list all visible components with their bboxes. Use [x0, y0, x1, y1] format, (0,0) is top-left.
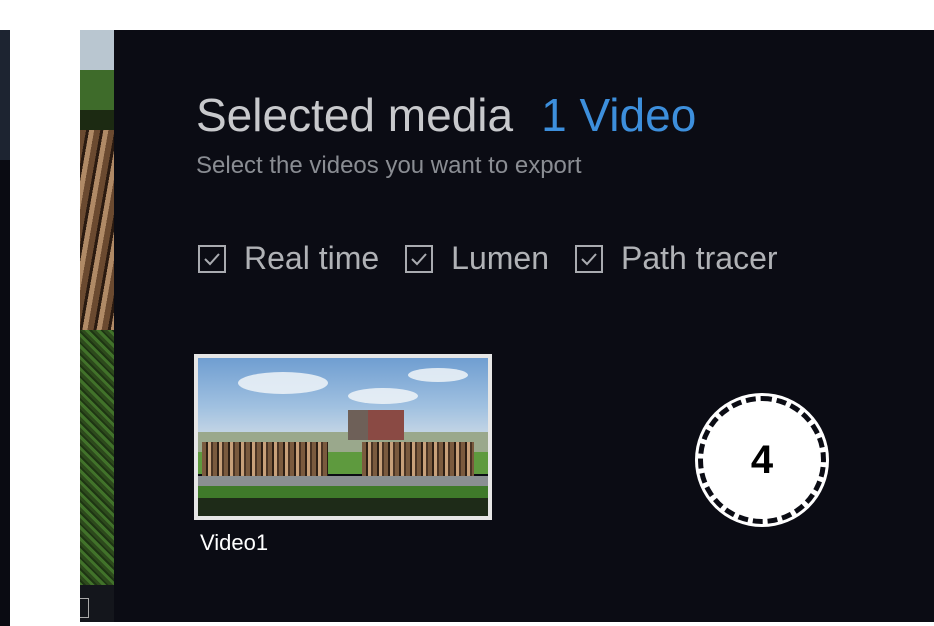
filter-label: Real time	[244, 240, 380, 276]
checkbox-lumen[interactable]	[405, 244, 434, 273]
render-type-filters: Real time Lumen Path tracer	[198, 240, 804, 277]
video-thumbnail[interactable]	[194, 354, 492, 520]
page-subtitle: Select the videos you want to export	[196, 152, 582, 179]
thumbnail-building	[348, 410, 368, 440]
media-count: 1 Video	[541, 89, 697, 141]
filter-path-tracer[interactable]: Path tracer	[575, 240, 778, 277]
viewport-grass	[80, 70, 114, 110]
filter-label: Lumen	[451, 240, 549, 276]
video-name: Video1	[200, 530, 269, 555]
step-badge: 4	[698, 396, 826, 524]
filter-lumen[interactable]: Lumen	[405, 240, 549, 277]
viewport-ground	[80, 330, 114, 590]
thumbnail-cloud	[408, 368, 468, 382]
checkmark-icon	[581, 252, 597, 265]
left-edge-highlight	[0, 30, 10, 160]
thumbnail-wood-stack	[362, 442, 474, 476]
page-title: Selected media	[196, 89, 514, 141]
checkmark-icon	[411, 252, 427, 265]
checkmark-icon	[204, 252, 220, 265]
checkbox-path-tracer[interactable]	[575, 244, 603, 273]
thumbnail-foreground-grass	[198, 486, 488, 498]
left-edge-panel	[0, 30, 10, 626]
export-media-panel: Selected media 1 Video Select the videos …	[114, 30, 934, 622]
viewport-wood-stack	[80, 130, 114, 340]
thumbnail-cloud	[348, 388, 418, 404]
title-row: Selected media 1 Video	[196, 88, 696, 142]
step-number: 4	[750, 437, 774, 482]
checkbox-real-time[interactable]	[198, 244, 226, 273]
thumbnail-cloud	[238, 372, 328, 394]
thumbnail-wood-stack	[202, 442, 328, 476]
thumbnail-building	[368, 410, 404, 440]
filter-label: Path tracer	[621, 240, 778, 276]
viewport-corner-icon	[80, 598, 89, 618]
thumbnail-shadow	[198, 498, 488, 516]
scene-viewport	[80, 30, 114, 622]
thumbnail-road	[198, 476, 488, 486]
filter-real-time[interactable]: Real time	[198, 240, 379, 277]
